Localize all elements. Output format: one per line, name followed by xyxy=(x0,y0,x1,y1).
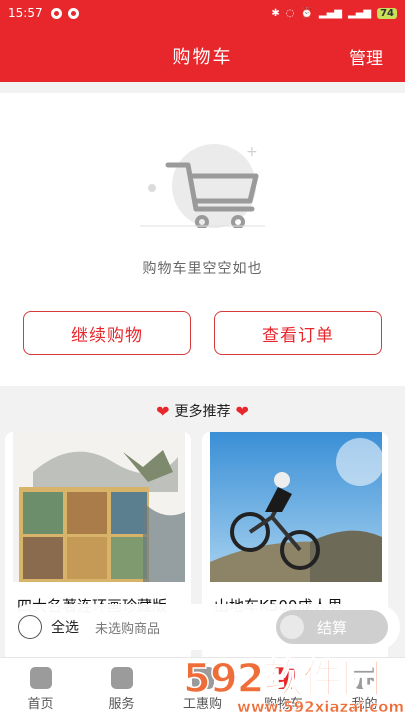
status-bar: 15:57 ✱ ◌ ⏰ ▂▄▆ ▂▄▆ 74 xyxy=(0,0,405,26)
battery-level: 74 xyxy=(377,7,397,19)
select-all-label[interactable]: 全选 xyxy=(51,617,79,637)
mountain-bike-image xyxy=(210,432,382,582)
tab-home[interactable]: 首页 xyxy=(0,658,81,720)
bottom-tab-bar: 首页 服务 工惠购 购物车 我的 xyxy=(0,657,405,720)
bluetooth-icon: ✱ xyxy=(271,7,280,19)
user-icon xyxy=(353,667,376,689)
tab-label: 服务 xyxy=(108,697,135,712)
selection-status: 未选购商品 xyxy=(95,621,161,637)
checkout-knob xyxy=(280,615,304,639)
select-all-checkbox[interactable] xyxy=(18,615,42,639)
checkout-button[interactable]: 结算 xyxy=(276,610,388,644)
checkout-bar: 全选 未选购商品 结算 xyxy=(8,604,400,650)
tab-service[interactable]: 服务 xyxy=(81,658,162,720)
continue-shopping-button[interactable]: 继续购物 xyxy=(23,311,191,355)
status-indicators: ✱ ◌ ⏰ ▂▄▆ ▂▄▆ 74 xyxy=(271,7,397,19)
svg-text:+: + xyxy=(246,144,258,160)
page-title: 购物车 xyxy=(172,47,233,68)
comic-books-image xyxy=(13,432,185,582)
checkout-label: 结算 xyxy=(316,618,347,637)
tab-shop[interactable]: 工惠购 xyxy=(162,658,243,720)
alarm-icon: ⏰ xyxy=(300,7,313,19)
tab-label: 工惠购 xyxy=(182,697,222,712)
empty-cart-panel: + 购物车里空空如也 继续购物 查看订单 xyxy=(0,93,405,386)
shopping-cart-icon: + xyxy=(140,144,265,228)
tab-mine[interactable]: 我的 xyxy=(324,658,405,720)
mute-icon: ◌ xyxy=(285,7,295,19)
tab-cart[interactable]: 购物车 xyxy=(243,658,324,720)
cart-icon xyxy=(272,667,295,689)
service-icon xyxy=(110,667,133,689)
shop-icon xyxy=(191,667,214,689)
heart-icon: ❤ xyxy=(235,401,249,421)
tab-label: 首页 xyxy=(27,697,54,712)
recommend-section-title: ❤ 更多推荐 ❤ xyxy=(0,400,405,422)
tab-label: 我的 xyxy=(351,697,378,712)
tab-label: 购物车 xyxy=(263,697,303,712)
status-time: 15:57 xyxy=(8,6,43,20)
heart-icon: ❤ xyxy=(156,401,170,421)
home-icon xyxy=(29,667,52,689)
recommend-title: 更多推荐 xyxy=(174,404,231,420)
manage-button[interactable]: 管理 xyxy=(349,44,383,69)
view-orders-button[interactable]: 查看订单 xyxy=(214,311,382,355)
signal-icon: ▂▄▆ xyxy=(318,7,342,19)
signal-icon: ▂▄▆ xyxy=(348,7,372,19)
app-header: 购物车 管理 xyxy=(0,26,405,82)
notification-icon xyxy=(67,7,79,19)
empty-cart-message: 购物车里空空如也 xyxy=(142,261,263,277)
notification-icon xyxy=(50,7,62,19)
